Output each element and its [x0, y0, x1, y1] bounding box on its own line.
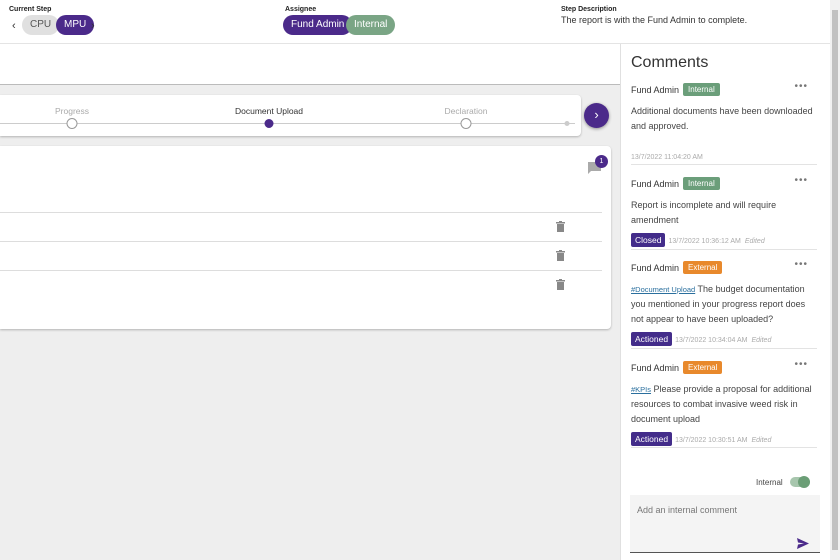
comment-tag: External — [683, 361, 723, 375]
assignee-type-badge: Internal — [346, 15, 396, 35]
row-divider — [0, 241, 602, 242]
step-mpu[interactable]: MPU — [56, 15, 95, 35]
comment-time: 13/7/2022 10:36:12 AM — [668, 238, 741, 245]
trash-icon[interactable] — [556, 279, 565, 290]
step-description-label: Step Description — [561, 6, 617, 13]
comment-text: Report is incomplete and will require am… — [631, 200, 777, 225]
comment-author: Fund Admin — [631, 178, 680, 189]
step-more-dot — [564, 121, 570, 126]
divider — [631, 447, 817, 448]
internal-toggle-label: Internal — [756, 478, 783, 487]
step-description: The report is with the Fund Admin to com… — [561, 15, 748, 25]
comment-item: Fund Admin External ••• #Document Upload … — [631, 259, 816, 346]
section-link[interactable]: #Document Upload — [631, 285, 695, 294]
comment-author: Fund Admin — [631, 362, 680, 373]
divider — [631, 249, 817, 250]
comment-time: 13/7/2022 10:34:04 AM — [675, 337, 748, 344]
stepper: Progress Document Upload Declaration — [0, 95, 581, 136]
step-header: Current Step ‹ CPU MPU › Assignee Fund A… — [0, 0, 830, 44]
scrollbar-thumb[interactable] — [832, 10, 838, 550]
step-document-upload-dot[interactable] — [264, 119, 274, 128]
more-options-icon[interactable]: ••• — [794, 259, 808, 270]
comment-author: Fund Admin — [631, 262, 680, 273]
comment-text: Please provide a proposal for additional… — [631, 384, 812, 424]
row-divider — [0, 212, 602, 213]
internal-toggle[interactable] — [790, 476, 810, 488]
comment-item: Fund Admin External ••• #KPIs Please prov… — [631, 359, 816, 446]
step-document-upload-label[interactable]: Document Upload — [235, 106, 303, 116]
edited-label: Edited — [751, 337, 772, 344]
step-declaration-label[interactable]: Declaration — [445, 106, 488, 116]
toggle-knob[interactable] — [798, 476, 810, 488]
comment-input-placeholder: Add an internal comment — [637, 505, 738, 515]
step-progress-dot[interactable] — [66, 118, 78, 129]
content-header — [0, 44, 620, 85]
row-divider — [0, 270, 602, 271]
comment-count-badge: 1 — [595, 155, 608, 168]
comment-input[interactable]: Add an internal comment — [630, 495, 820, 553]
step-cpu[interactable]: CPU — [22, 15, 60, 35]
status-badge: Actioned — [631, 432, 673, 446]
divider — [631, 348, 817, 349]
assignee-badge: Fund Admin — [283, 15, 353, 35]
current-step-label: Current Step — [9, 6, 52, 13]
step-declaration-dot[interactable] — [460, 118, 472, 129]
chevron-right-icon[interactable]: › — [91, 20, 95, 32]
divider — [631, 164, 817, 165]
assignee-label: Assignee — [285, 6, 317, 13]
comment-item: Fund Admin Internal ••• Additional docume… — [631, 81, 816, 161]
edited-label: Edited — [751, 437, 772, 444]
more-options-icon[interactable]: ••• — [794, 175, 808, 186]
comment-text: Additional documents have been downloade… — [631, 106, 813, 131]
step-progress-label[interactable]: Progress — [55, 106, 89, 116]
trash-icon[interactable] — [556, 250, 565, 261]
edited-label: Edited — [744, 238, 765, 245]
comment-time: 13/7/2022 10:30:51 AM — [675, 437, 748, 444]
comment-author: Fund Admin — [631, 84, 680, 95]
comment-item: Fund Admin Internal ••• Report is incompl… — [631, 175, 816, 247]
more-options-icon[interactable]: ••• — [794, 81, 808, 92]
comment-time: 13/7/2022 11:04:20 AM — [631, 154, 703, 161]
section-link[interactable]: #KPIs — [631, 385, 651, 394]
comment-tag: External — [683, 261, 723, 275]
status-badge: Actioned — [631, 332, 673, 346]
more-options-icon[interactable]: ••• — [794, 359, 808, 370]
status-badge: Closed — [631, 233, 666, 247]
next-step-button[interactable]: › — [584, 103, 609, 128]
comments-title: Comments — [631, 54, 709, 71]
trash-icon[interactable] — [556, 221, 565, 232]
comment-tag: Internal — [683, 83, 720, 97]
chevron-left-icon[interactable]: ‹ — [12, 20, 16, 32]
comment-tag: Internal — [683, 177, 720, 191]
send-icon[interactable] — [797, 538, 809, 549]
documents-card: 1 — [0, 146, 611, 329]
stepper-line — [0, 123, 575, 124]
